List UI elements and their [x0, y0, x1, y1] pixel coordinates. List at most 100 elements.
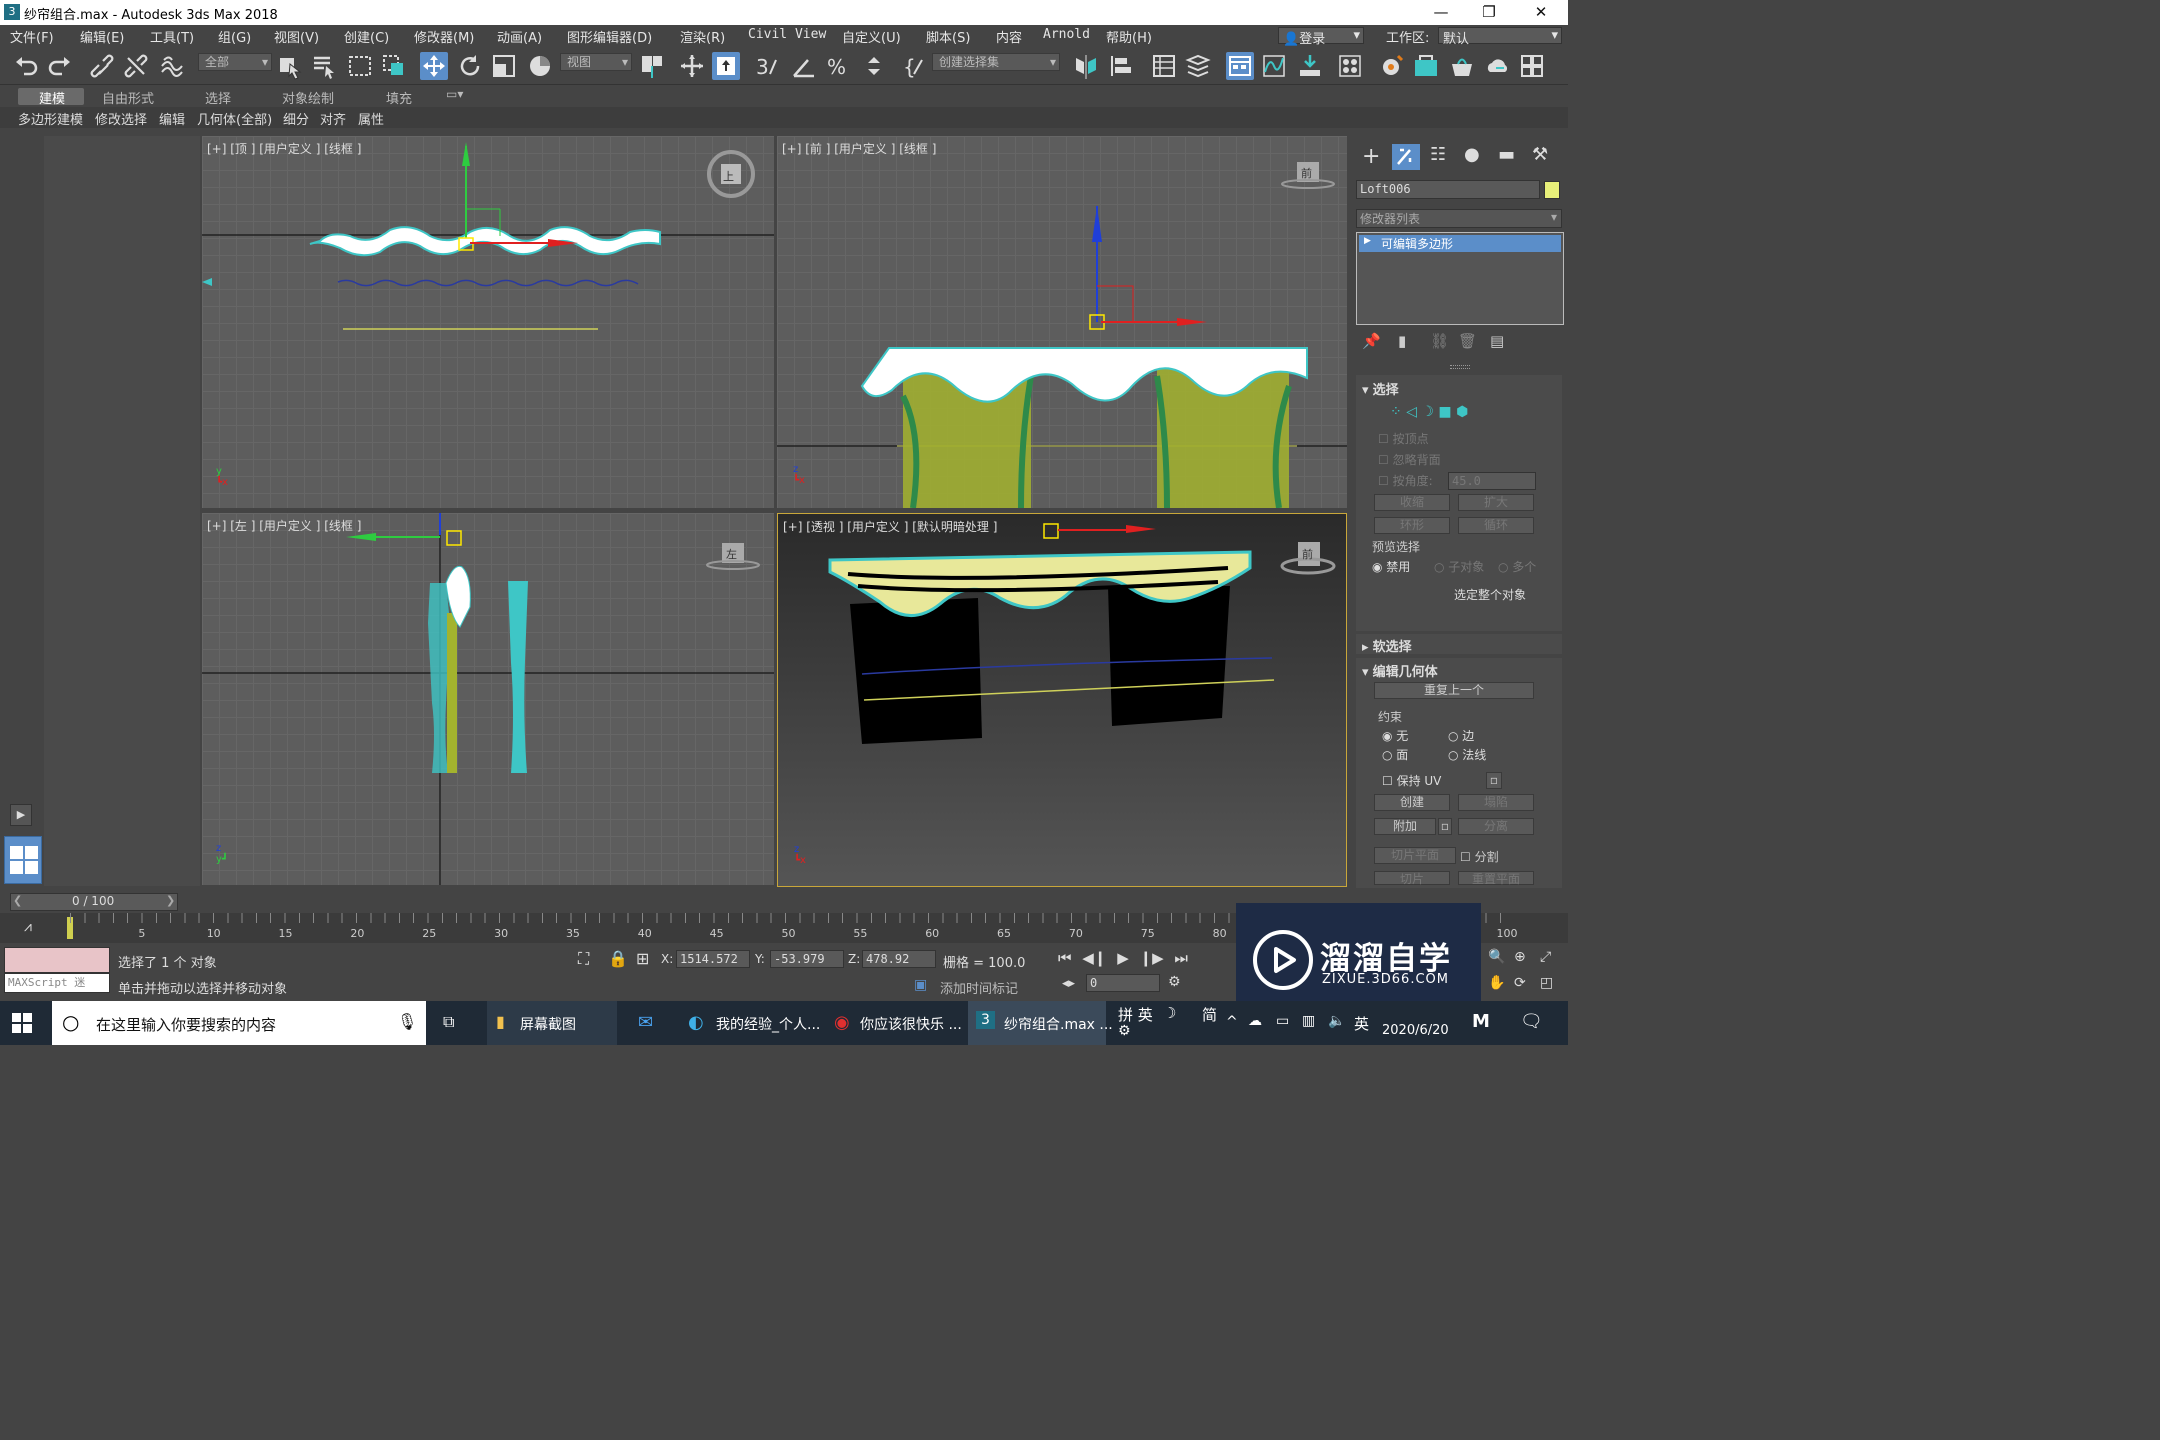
y-coord-field[interactable]: -53.979 [770, 950, 844, 968]
remove-modifier-icon[interactable]: 🗑 [1458, 332, 1477, 350]
spinner-snap-icon[interactable] [860, 52, 888, 80]
x-coord-field[interactable]: 1514.572 [676, 950, 750, 968]
ime-simplified[interactable]: 简 [1202, 1004, 1217, 1025]
select-and-rotate-icon[interactable] [456, 52, 484, 80]
ribbon-toggle-icon[interactable] [1226, 52, 1254, 80]
tab-selection[interactable]: 选择 [205, 88, 231, 107]
align-icon[interactable] [1108, 52, 1136, 80]
menu-tools[interactable]: 工具(T) [150, 27, 194, 46]
render-cloud-icon[interactable] [1484, 52, 1512, 80]
next-frame-icon[interactable]: ❯ [166, 894, 175, 907]
orbit-icon[interactable]: ⟳ [1514, 975, 1526, 991]
loop-button[interactable]: 循环 [1458, 517, 1534, 534]
border-icon[interactable]: ☽ [1421, 404, 1438, 420]
zoom-icon[interactable]: 🔍 [1488, 949, 1505, 965]
view-cube-left-face[interactable]: 左 [726, 546, 737, 562]
minimize-button[interactable]: — [1418, 0, 1464, 25]
keep-uv-checkbox[interactable]: ☐ 保持 UV [1382, 772, 1441, 789]
tray-app-icon[interactable]: Ⅿ [1472, 1011, 1490, 1032]
maximize-viewport-icon[interactable]: ⤢ [1540, 949, 1551, 965]
viewport-perspective[interactable]: [+] [透视 ] [用户定义 ] [默认明暗处理 ] 前 z ┗x [777, 513, 1347, 887]
ignore-backface-checkbox[interactable]: ☐ 忽略背面 [1378, 451, 1441, 468]
cortana-icon[interactable]: ○ [62, 1010, 79, 1034]
vertex-icon[interactable]: ⁘ [1390, 404, 1406, 420]
rendered-frame-window-icon[interactable] [1412, 52, 1440, 80]
named-selection-edit-icon[interactable]: { [900, 52, 928, 80]
edge-browser-icon[interactable]: ◐ [688, 1012, 704, 1033]
material-editor-icon[interactable] [1336, 52, 1364, 80]
make-unique-icon[interactable]: ⛓ [1430, 332, 1449, 350]
windows-start-icon[interactable] [12, 1013, 32, 1033]
window-crossing-icon[interactable] [380, 52, 408, 80]
create-tab-icon[interactable]: + [1362, 144, 1380, 169]
notification-icon[interactable]: 🗨 [1520, 1011, 1543, 1032]
field-of-view-icon[interactable]: ◰ [1540, 975, 1553, 991]
select-manipulate-icon[interactable] [678, 52, 706, 80]
task-view-icon[interactable]: ⧉ [443, 1012, 454, 1032]
close-button[interactable]: ✕ [1518, 0, 1564, 25]
slice-plane-button[interactable]: 切片平面 [1374, 847, 1456, 864]
unlink-icon[interactable] [122, 52, 150, 80]
tab-freeform[interactable]: 自由形式 [102, 88, 154, 107]
tray-cloud-icon[interactable]: ☁ [1248, 1013, 1262, 1029]
ime-settings-icon[interactable]: ⚙ [1118, 1023, 1131, 1039]
attach-button[interactable]: 附加 [1374, 818, 1436, 835]
render-setup-icon[interactable] [1378, 52, 1406, 80]
snaps-toggle-icon[interactable]: 3 [754, 52, 782, 80]
key-mode-icon[interactable]: ◂▸ [1062, 976, 1075, 991]
taskbar-app-browser-label[interactable]: 我的经验_个人... [716, 1014, 820, 1034]
login-dropdown[interactable]: 👤登录 ▾ [1278, 27, 1364, 47]
menu-customize[interactable]: 自定义(U) [842, 27, 901, 46]
ime-moon-icon[interactable]: ☽ [1163, 1004, 1176, 1022]
z-coord-field[interactable]: 478.92 [862, 950, 936, 968]
split-checkbox[interactable]: ☐ 分割 [1460, 848, 1499, 865]
show-end-result-icon[interactable]: ▮ [1398, 332, 1406, 350]
selection-filter-dropdown[interactable]: 全部 ▾ [198, 53, 272, 71]
go-to-end-icon[interactable]: ⏭ [1174, 949, 1188, 967]
taskbar-app-music-label[interactable]: 你应该很快乐 ... [860, 1014, 962, 1034]
menu-rendering[interactable]: 渲染(R) [680, 27, 725, 46]
object-color-swatch[interactable] [1544, 181, 1560, 199]
ime-indicator[interactable]: 拼 英 [1118, 1004, 1153, 1025]
repeat-last-button[interactable]: 重复上一个 [1374, 682, 1534, 699]
view-cube-front-face[interactable]: 前 [1301, 165, 1312, 181]
go-to-start-icon[interactable]: ⏮ [1058, 949, 1072, 967]
select-and-scale-icon[interactable] [490, 52, 518, 80]
ring-button[interactable]: 环形 [1374, 517, 1450, 534]
select-and-move-icon[interactable] [420, 52, 448, 80]
menu-group[interactable]: 组(G) [218, 27, 251, 46]
tray-date[interactable]: 2020/6/20 [1382, 1023, 1449, 1038]
panel-properties[interactable]: 属性 [358, 109, 384, 128]
create-button[interactable]: 创建 [1374, 794, 1450, 811]
pin-stack-icon[interactable]: 📌 [1362, 332, 1381, 350]
polygon-icon[interactable]: ■ [1438, 404, 1456, 420]
constraint-normal-radio[interactable]: ○ 法线 [1448, 746, 1486, 763]
add-time-tag[interactable]: 添加时间标记 [940, 978, 1018, 997]
next-key-icon[interactable]: ❙▶ [1140, 949, 1164, 967]
select-whole-object-label[interactable]: 选定整个对象 [1454, 586, 1526, 603]
tab-modeling[interactable]: 建模 [39, 88, 65, 107]
detach-button[interactable]: 分离 [1458, 818, 1534, 835]
menu-edit[interactable]: 编辑(E) [80, 27, 124, 46]
constraint-face-radio[interactable]: ○ 面 [1382, 746, 1408, 763]
tray-battery-icon[interactable]: ▭ [1276, 1013, 1289, 1029]
viewport-top[interactable]: [+] [顶 ] [用户定义 ] [线框 ] 上 y ┗x [202, 136, 774, 508]
previous-frame-icon[interactable]: ◀❙ [1082, 949, 1106, 967]
by-vertex-checkbox[interactable]: ☐ 按顶点 [1378, 430, 1429, 447]
constraint-none-radio[interactable]: ◉ 无 [1382, 727, 1408, 744]
tray-chevron-icon[interactable]: ^ [1226, 1014, 1238, 1030]
schematic-view-icon[interactable] [1296, 52, 1324, 80]
by-angle-checkbox[interactable]: ☐ 按角度: [1378, 472, 1433, 489]
rectangular-selection-icon[interactable] [346, 52, 374, 80]
pivot-center-icon[interactable] [638, 52, 666, 80]
workspace-dropdown[interactable]: 默认 ▾ [1438, 27, 1562, 47]
ribbon-options-icon[interactable]: ▭▾ [446, 87, 463, 101]
bind-spacewarp-icon[interactable] [158, 52, 186, 80]
menu-view[interactable]: 视图(V) [274, 27, 319, 46]
viewport-layout-icon[interactable] [4, 836, 42, 884]
preview-subobject-radio[interactable]: ○ 子对象 [1434, 558, 1484, 575]
maximize-button[interactable]: ❐ [1466, 0, 1512, 25]
render-production-icon[interactable] [1448, 52, 1476, 80]
reference-coord-dropdown[interactable]: 视图 ▾ [560, 53, 632, 71]
configure-modifier-sets-icon[interactable]: ▤ [1490, 332, 1504, 350]
